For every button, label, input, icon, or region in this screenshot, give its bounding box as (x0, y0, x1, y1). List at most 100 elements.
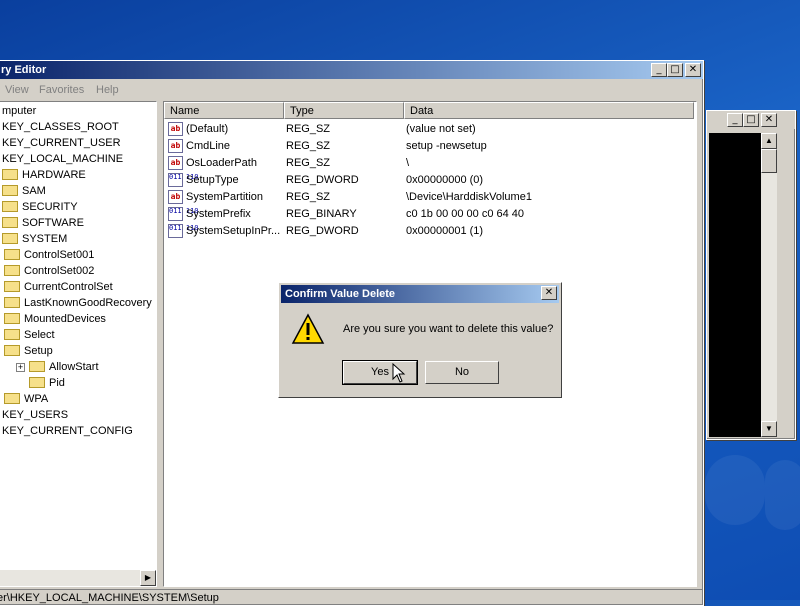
value-data: (value not set) (406, 123, 476, 135)
menu-help[interactable]: Help (96, 81, 119, 99)
status-path: er\HKEY_LOCAL_MACHINE\SYSTEM\Setup (0, 592, 219, 604)
tree-item[interactable]: ControlSet002 (4, 263, 94, 279)
string-value-icon: ab (168, 139, 183, 153)
value-data: setup -newsetup (406, 140, 487, 152)
tree-item-label: SYSTEM (22, 233, 68, 245)
folder-icon (29, 361, 45, 372)
folder-icon (4, 393, 20, 404)
menu-bar: View Favorites Help (0, 81, 703, 99)
tree-item[interactable]: SYSTEM (2, 231, 67, 247)
tree-item[interactable]: mputer (2, 103, 36, 119)
tree-item-label: ControlSet002 (24, 265, 95, 277)
tree-item-label: SOFTWARE (22, 217, 84, 229)
tree-item[interactable]: CurrentControlSet (4, 279, 113, 295)
maximize-button[interactable]: □ (743, 113, 759, 127)
string-value-icon: ab (168, 190, 183, 204)
tree-item-label: Setup (24, 345, 53, 357)
column-data-header[interactable]: Data (404, 102, 694, 119)
value-name: OsLoaderPath (186, 157, 257, 169)
tree-item[interactable]: Setup (4, 343, 53, 359)
tree-item[interactable]: Select (4, 327, 55, 343)
minimize-button[interactable]: _ (727, 113, 743, 127)
menu-favorites[interactable]: Favorites (39, 81, 84, 99)
tree-item[interactable]: HARDWARE (2, 167, 86, 183)
console-screen[interactable] (709, 133, 761, 437)
binary-value-icon: 011 110 (168, 224, 199, 238)
close-button[interactable]: ✕ (685, 63, 701, 77)
scroll-right-button[interactable]: ▶ (140, 570, 156, 586)
folder-icon (2, 169, 18, 180)
tree-item-label: KEY_CURRENT_USER (2, 137, 121, 149)
tree-item[interactable]: + AllowStart (16, 359, 99, 375)
tree-item[interactable]: SOFTWARE (2, 215, 84, 231)
column-name-header[interactable]: Name (164, 102, 284, 119)
tree-item[interactable]: MountedDevices (4, 311, 106, 327)
value-row[interactable]: ab SystemPartition REG_SZ \Device\HarddiskV… (168, 189, 696, 206)
scroll-down-button[interactable]: ▼ (761, 421, 777, 437)
value-name: SetupType (186, 174, 239, 186)
folder-icon (2, 201, 18, 212)
tree-item[interactable]: WPA (4, 391, 48, 407)
tree-item[interactable]: KEY_USERS (2, 407, 68, 423)
no-button[interactable]: No (425, 361, 499, 384)
scroll-thumb[interactable] (761, 149, 777, 173)
folder-icon (29, 377, 45, 388)
value-row[interactable]: 011 110 SetupType REG_DWORD 0x00000000 (0) (168, 172, 696, 189)
tree-item[interactable]: SAM (2, 183, 46, 199)
minimize-button[interactable]: _ (651, 63, 667, 77)
folder-icon (4, 345, 20, 356)
tree-item-label: SECURITY (22, 201, 78, 213)
scroll-up-button[interactable]: ▲ (761, 133, 777, 149)
folder-icon (2, 217, 18, 228)
tree-item-label: KEY_LOCAL_MACHINE (2, 153, 124, 165)
tree-item[interactable]: KEY_CLASSES_ROOT (2, 119, 119, 135)
tree-item-label: ControlSet001 (24, 249, 95, 261)
window-title: ry Editor (1, 64, 47, 76)
folder-icon (4, 329, 20, 340)
value-data: \Device\HarddiskVolume1 (406, 191, 532, 203)
tree-item[interactable]: SECURITY (2, 199, 78, 215)
folder-icon (2, 185, 18, 196)
value-row[interactable]: ab OsLoaderPath REG_SZ \ (168, 155, 696, 172)
value-data: \ (406, 157, 410, 169)
dialog-close-button[interactable]: ✕ (541, 286, 557, 300)
tree-item[interactable]: ControlSet001 (4, 247, 94, 263)
tree-item[interactable]: LastKnownGoodRecovery (4, 295, 152, 311)
tree-item[interactable]: KEY_LOCAL_MACHINE (2, 151, 123, 167)
value-name: SystemPrefix (186, 208, 251, 220)
maximize-button[interactable]: □ (667, 63, 683, 77)
key-tree-pane[interactable]: mputer KEY_CLASSES_ROOT KEY_CURRENT_USER KE… (0, 101, 157, 587)
value-row[interactable]: ab (Default) REG_SZ (value not set) (168, 121, 696, 138)
window-titlebar[interactable]: ry Editor (0, 61, 703, 79)
tree-item-label: Pid (49, 377, 65, 389)
value-row[interactable]: 011 110 SystemPrefix REG_BINARY c0 1b 00 00… (168, 206, 696, 223)
tree-item[interactable]: Pid (16, 375, 65, 391)
console-scrollbar[interactable]: ▲ ▼ (761, 133, 777, 437)
folder-icon (4, 249, 20, 260)
string-value-icon: ab (168, 156, 183, 170)
value-name: SystemSetupInPr... (186, 225, 281, 237)
confirm-delete-dialog: Confirm Value Delete ✕ Are you sure you … (278, 282, 562, 398)
tree-item-label: KEY_USERS (2, 409, 69, 421)
dialog-titlebar[interactable]: Confirm Value Delete (281, 285, 559, 303)
tree-item-label: LastKnownGoodRecovery (24, 297, 152, 309)
tree-item[interactable]: KEY_CURRENT_USER (2, 135, 121, 151)
value-type: REG_DWORD (286, 174, 359, 186)
close-button[interactable]: ✕ (761, 113, 777, 127)
folder-icon (4, 313, 20, 324)
tree-item[interactable]: KEY_CURRENT_CONFIG (2, 423, 133, 439)
value-row[interactable]: ab CmdLine REG_SZ setup -newsetup (168, 138, 696, 155)
value-name: (Default) (186, 123, 229, 135)
folder-icon (4, 281, 20, 292)
value-row[interactable]: 011 110 SystemSetupInPr... REG_DWORD 0x0000… (168, 223, 696, 240)
value-type: REG_BINARY (286, 208, 357, 220)
tree-hscrollbar[interactable]: ▶ (0, 570, 156, 586)
warning-icon (291, 313, 325, 344)
menu-view[interactable]: View (5, 81, 29, 99)
string-value-icon: ab (168, 122, 183, 136)
expand-icon[interactable]: + (16, 363, 25, 372)
value-type: REG_DWORD (286, 225, 359, 237)
tree-item-label: WPA (24, 393, 49, 405)
binary-value-icon: 011 110 (168, 207, 199, 221)
column-type-header[interactable]: Type (284, 102, 404, 119)
